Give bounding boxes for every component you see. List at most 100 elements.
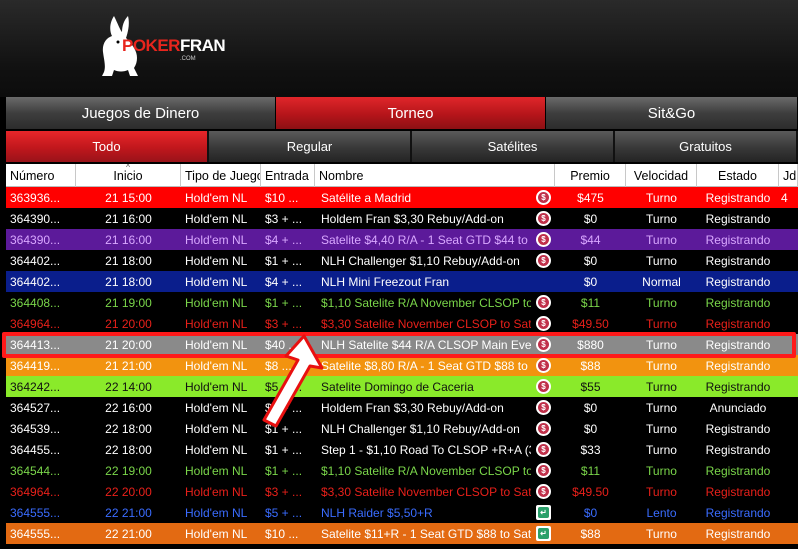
cell-entrada: $3 + ...	[265, 400, 303, 415]
tournament-name: $3,30 Satelite November CLSOP to Sat	[321, 484, 531, 499]
cell-tipo: Hold'em NL	[185, 274, 248, 289]
col-premio[interactable]: Premio	[555, 164, 626, 187]
cell-premio: $49.50	[572, 316, 609, 331]
cell-numero: 364402...	[10, 253, 61, 268]
cell-nombre: NLH Satelite $44 R/A CLSOP Main Even $	[315, 334, 555, 355]
col-tipo-de-juego[interactable]: Tipo de Juego	[181, 164, 261, 187]
tournament-name: Satelite $8,80 R/A - 1 Seat GTD $88 to	[321, 358, 528, 373]
cell-entrada: $1 + ...	[265, 421, 303, 436]
cell-jdr: 4	[781, 190, 788, 205]
table-row[interactable]: 363936... 21 15:00 Hold'em NL $10 ... Satéli…	[6, 187, 798, 208]
cell-tipo: Hold'em NL	[185, 358, 248, 373]
cell-premio: $11	[580, 463, 601, 478]
subtab-todo[interactable]: Todo	[6, 131, 209, 162]
table-row[interactable]: 364555... 22 21:00 Hold'em NL $10 ... Sateli…	[6, 523, 798, 544]
cell-jdr	[779, 481, 798, 502]
table-row[interactable]: 364402... 21 18:00 Hold'em NL $4 + ... NLH M…	[6, 271, 798, 292]
cell-nombre: NLH Raider $5,50+R ↵	[315, 502, 555, 523]
cell-jdr	[779, 418, 798, 439]
cell-jdr	[779, 355, 798, 376]
money-chip-icon: $	[536, 421, 551, 436]
cell-estado: Registrando	[705, 358, 771, 373]
cell-numero: 364408...	[10, 295, 61, 310]
tournament-name: Holdem Fran $3,30 Rebuy/Add-on	[321, 400, 504, 415]
tournament-name: Satelite $4,40 R/A - 1 Seat GTD $44 to	[321, 232, 528, 247]
cell-premio: $88	[580, 358, 601, 373]
cell-entrada: $3 + ...	[265, 211, 303, 226]
cell-tipo: Hold'em NL	[185, 526, 248, 541]
cell-inicio: 22 18:00	[105, 442, 152, 457]
cell-inicio: 22 20:00	[105, 484, 152, 499]
table-row[interactable]: 364544... 22 19:00 Hold'em NL $1 + ... $1,10…	[6, 460, 798, 481]
subtab-gratuitos[interactable]: Gratuitos	[615, 131, 798, 162]
tab-juegos-de-dinero[interactable]: Juegos de Dinero	[6, 97, 276, 129]
table-row[interactable]: 364242... 22 14:00 Hold'em NL $5 + ... Satel…	[6, 376, 798, 397]
cell-velocidad: Turno	[646, 463, 677, 478]
cell-inicio: 21 21:00	[105, 358, 152, 373]
cell-numero: 364527...	[10, 400, 61, 415]
cell-estado: Registrando	[705, 274, 771, 289]
cell-velocidad: Turno	[646, 190, 677, 205]
cell-estado: Registrando	[705, 484, 771, 499]
cell-entrada: $1 + ...	[265, 295, 303, 310]
tournament-name: $1,10 Satelite R/A November CLSOP to	[321, 463, 531, 478]
table-row[interactable]: 364964... 22 20:00 Hold'em NL $3 + ... $3,30…	[6, 481, 798, 502]
app-header: POKERFRAN .COM	[0, 0, 798, 97]
cell-estado: Registrando	[705, 253, 771, 268]
cell-premio: $55	[580, 379, 601, 394]
cell-entrada: $10 ...	[265, 190, 299, 205]
tournament-name: NLH Raider $5,50+R	[321, 505, 433, 520]
cell-velocidad: Turno	[646, 316, 677, 331]
table-row[interactable]: 364413... 21 20:00 Hold'em NL $40 ... NLH Sa…	[6, 334, 798, 355]
table-row[interactable]: 364402... 21 18:00 Hold'em NL $1 + ... NLH C…	[6, 250, 798, 271]
cell-numero: 364390...	[10, 232, 61, 247]
cell-tipo: Hold'em NL	[185, 316, 248, 331]
tab-sitgo[interactable]: Sit&Go	[546, 97, 798, 129]
table-row[interactable]: 364527... 22 16:00 Hold'em NL $3 + ... Holde…	[6, 397, 798, 418]
col-numero[interactable]: Número	[6, 164, 76, 187]
table-row[interactable]: 364408... 21 19:00 Hold'em NL $1 + ... $1,10…	[6, 292, 798, 313]
cell-inicio: 22 19:00	[105, 463, 152, 478]
col-nombre[interactable]: Nombre	[315, 164, 555, 187]
col-jdr[interactable]: Jdr	[779, 164, 798, 187]
table-row[interactable]: 364555... 22 21:00 Hold'em NL $5 + ... NLH R…	[6, 502, 798, 523]
table-row[interactable]: 364419... 21 21:00 Hold'em NL $8 ... Satelit…	[6, 355, 798, 376]
rebuy-icon: ↵	[536, 526, 551, 541]
table-row[interactable]: 364455... 22 18:00 Hold'em NL $1 + ... Step …	[6, 439, 798, 460]
table-header: Número ^ Inicio Tipo de Juego Entrada Nom…	[6, 164, 798, 187]
cell-entrada: $5 + ...	[265, 505, 303, 520]
cell-premio: $475	[577, 190, 604, 205]
table-row[interactable]: 364539... 22 18:00 Hold'em NL $1 + ... NLH C…	[6, 418, 798, 439]
table-row[interactable]: 364964... 21 20:00 Hold'em NL $3 + ... $3,30…	[6, 313, 798, 334]
col-estado[interactable]: Estado	[697, 164, 779, 187]
cell-inicio: 22 14:00	[105, 379, 152, 394]
cell-velocidad: Turno	[646, 421, 677, 436]
table-row[interactable]: 364390... 21 16:00 Hold'em NL $3 + ... Holde…	[6, 208, 798, 229]
cell-tipo: Hold'em NL	[185, 337, 248, 352]
cell-jdr	[779, 271, 798, 292]
cell-premio: $11	[580, 295, 601, 310]
tab-torneo[interactable]: Torneo	[276, 97, 546, 129]
pokerfran-logo[interactable]: POKERFRAN .COM	[92, 12, 226, 80]
cell-entrada: $8 ...	[265, 358, 292, 373]
cell-inicio: 22 18:00	[105, 421, 152, 436]
cell-jdr	[779, 313, 798, 334]
col-velocidad[interactable]: Velocidad	[626, 164, 697, 187]
cell-numero: 364555...	[10, 526, 61, 541]
cell-numero: 364539...	[10, 421, 61, 436]
cell-estado: Registrando	[705, 526, 771, 541]
rebuy-icon: ↵	[536, 505, 551, 520]
cell-premio: $0	[583, 505, 598, 520]
cell-nombre: Holdem Fran $3,30 Rebuy/Add-on $	[315, 208, 555, 229]
subtab-regular[interactable]: Regular	[209, 131, 412, 162]
table-row[interactable]: 364390... 21 16:00 Hold'em NL $4 + ... Satel…	[6, 229, 798, 250]
tournament-name: Step 1 - $1,10 Road To CLSOP +R+A (3	[321, 442, 531, 457]
col-entrada[interactable]: Entrada	[261, 164, 315, 187]
money-chip-icon: $	[536, 316, 551, 331]
cell-estado: Registrando	[705, 505, 771, 520]
tournament-name: NLH Challenger $1,10 Rebuy/Add-on	[321, 253, 520, 268]
tournament-name: NLH Satelite $44 R/A CLSOP Main Even	[321, 337, 531, 352]
cell-estado: Registrando	[705, 211, 771, 226]
col-inicio[interactable]: ^ Inicio	[76, 164, 181, 187]
subtab-satelites[interactable]: Satélites	[412, 131, 615, 162]
